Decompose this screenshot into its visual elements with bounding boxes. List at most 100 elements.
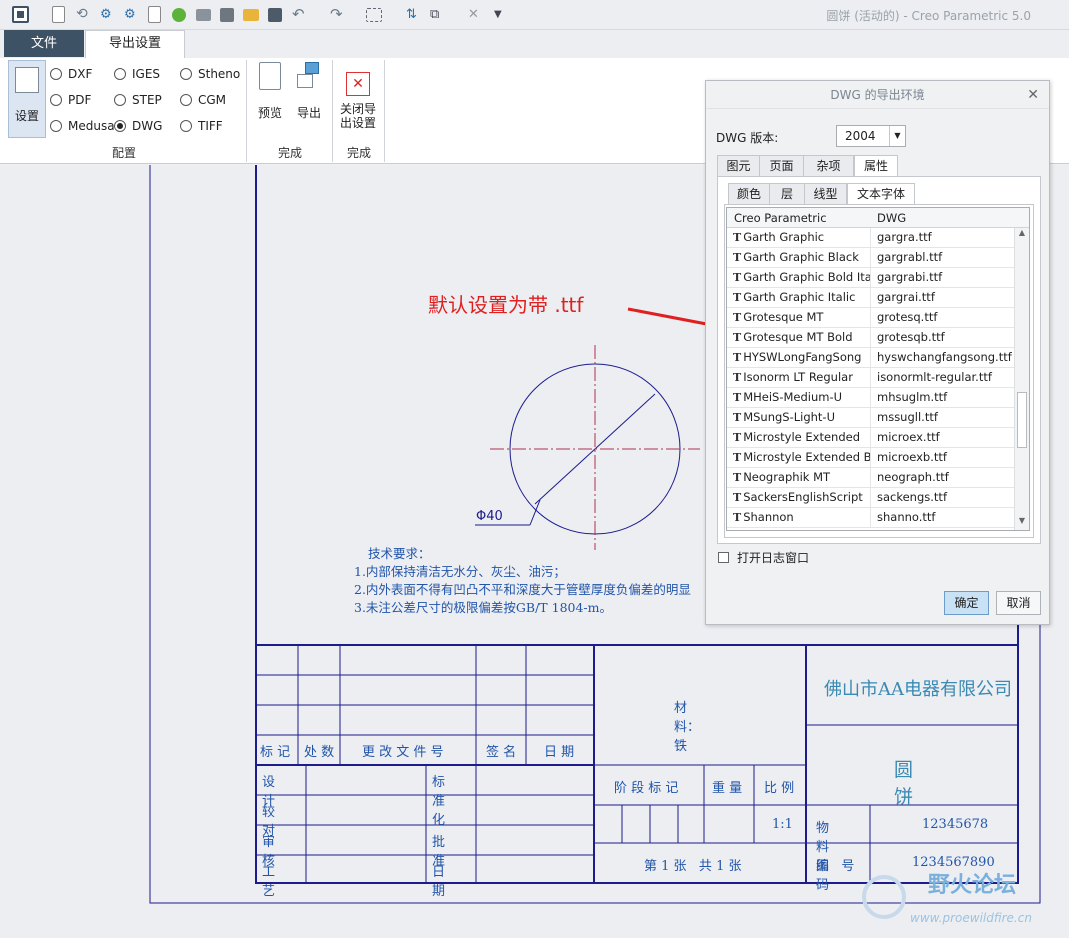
save-icon[interactable]	[268, 8, 282, 22]
properties-icon[interactable]	[148, 6, 161, 23]
preview-icon	[259, 62, 281, 90]
cancel-button[interactable]: 取消	[996, 591, 1041, 615]
open-folder-icon[interactable]	[243, 9, 259, 21]
repaint-icon[interactable]: ⇅	[406, 6, 423, 23]
font-mapping-table[interactable]: Creo Parametric DWG T Garth Graphic gargra…	[726, 207, 1030, 531]
dwg-font-name: mssugll.ttf	[877, 410, 938, 424]
creo-font-cell: T Garth Graphic Bold Ital	[727, 268, 871, 288]
table-row[interactable]: T Garth Graphic gargra.ttf	[727, 228, 1015, 248]
windows-icon[interactable]: ⚙	[124, 6, 141, 23]
truetype-icon: T	[733, 371, 742, 384]
format-tiff[interactable]: TIFF	[180, 119, 223, 133]
preview-button[interactable]: 预览	[252, 62, 288, 121]
zoom-icon[interactable]: ⧉	[430, 6, 447, 23]
dwg-font-cell[interactable]: microex.ttf	[873, 428, 1015, 447]
table-row[interactable]: T Garth Graphic Bold Ital gargrabi.ttf	[727, 268, 1015, 288]
format-step[interactable]: STEP	[114, 93, 162, 107]
dwg-font-cell[interactable]: mhsuglm.ttf	[873, 388, 1015, 407]
close-window-icon[interactable]: ✕	[468, 6, 485, 23]
table-row[interactable]: T Neographik MT neograph.ttf	[727, 468, 1015, 488]
creo-font-name: Grotesque MT	[743, 310, 824, 324]
format-pdf[interactable]: PDF	[50, 93, 91, 107]
log-checkbox[interactable]: 打开日志窗口	[718, 549, 809, 566]
subtab-linetype[interactable]: 线型	[804, 183, 847, 205]
dwg-font-cell[interactable]: mssugll.ttf	[873, 408, 1015, 427]
table-row[interactable]: T Microstyle Extended microex.ttf	[727, 428, 1015, 448]
dwg-font-cell[interactable]: microexb.ttf	[873, 448, 1015, 467]
version-label: DWG 版本:	[716, 131, 779, 145]
export-button[interactable]: 导出	[291, 62, 327, 121]
new-file-icon[interactable]	[52, 6, 65, 23]
creo-font-cell: T Garth Graphic	[727, 228, 871, 248]
scroll-up-icon[interactable]: ▲	[1015, 228, 1029, 242]
dwg-font-cell[interactable]: grotesqb.ttf	[873, 328, 1015, 347]
tab-misc[interactable]: 杂项	[803, 155, 854, 177]
tab-properties[interactable]: 属性	[854, 155, 898, 177]
dwg-font-cell[interactable]: gargrai.ttf	[873, 288, 1015, 307]
subtab-layer[interactable]: 层	[769, 183, 805, 205]
dwg-font-cell[interactable]: isonormlt-regular.ttf	[873, 368, 1015, 387]
dwg-font-name: grotesq.ttf	[877, 310, 938, 324]
creo-font-name: Garth Graphic	[743, 230, 825, 244]
tab-elements[interactable]: 图元	[717, 155, 760, 177]
globe-icon[interactable]	[172, 8, 186, 22]
scroll-down-icon[interactable]: ▼	[1015, 516, 1029, 530]
table-row[interactable]: T HYSWLongFangSong hyswchangfangsong.ttf	[727, 348, 1015, 368]
table-row[interactable]: T Shannon shanno.ttf	[727, 508, 1015, 528]
format-stheno[interactable]: Stheno	[180, 67, 240, 81]
creo-font-cell: T Isonorm LT Regular	[727, 368, 871, 388]
format-cgm[interactable]: CGM	[180, 93, 226, 107]
regenerate-icon[interactable]: ⟲	[76, 6, 93, 23]
table-row[interactable]: T Grotesque MT grotesq.ttf	[727, 308, 1015, 328]
table-row[interactable]: T SackersEnglishScript sackengs.ttf	[727, 488, 1015, 508]
undo-icon[interactable]: ↶	[292, 6, 309, 23]
format-medusa[interactable]: Medusa	[50, 119, 115, 133]
app-menu-icon[interactable]	[12, 6, 29, 23]
format-dxf[interactable]: DXF	[50, 67, 92, 81]
format-dwg[interactable]: DWG	[114, 119, 162, 133]
dwg-font-name: grotesqb.ttf	[877, 330, 945, 344]
creo-font-cell: T Shannon	[727, 508, 871, 528]
table-scrollbar[interactable]: ▲ ▼	[1014, 228, 1029, 530]
save-copy-icon[interactable]	[220, 8, 234, 22]
table-row[interactable]: T MSungS-Light-U mssugll.ttf	[727, 408, 1015, 428]
version-select[interactable]: 2004 ▼	[836, 125, 906, 147]
truetype-icon: T	[733, 331, 742, 344]
dwg-font-cell[interactable]: neograph.ttf	[873, 468, 1015, 487]
close-setup-button[interactable]: ✕ 关闭导 出设置	[336, 72, 380, 130]
customize-dropdown-icon[interactable]: ▼	[494, 6, 511, 23]
table-row[interactable]: T Microstyle Extended Bo microexb.ttf	[727, 448, 1015, 468]
ok-button[interactable]: 确定	[944, 591, 989, 615]
tab-file[interactable]: 文件	[4, 30, 84, 57]
scroll-thumb[interactable]	[1017, 392, 1027, 448]
export-icon	[297, 62, 321, 90]
dwg-font-cell[interactable]: shanno.ttf	[873, 508, 1015, 527]
format-iges[interactable]: IGES	[114, 67, 160, 81]
table-row[interactable]: T MHeiS-Medium-U mhsuglm.ttf	[727, 388, 1015, 408]
tab-page[interactable]: 页面	[759, 155, 804, 177]
tab-export-setup[interactable]: 导出设置	[85, 30, 185, 58]
dwg-font-cell[interactable]: sackengs.ttf	[873, 488, 1015, 507]
table-row[interactable]: T Garth Graphic Italic gargrai.ttf	[727, 288, 1015, 308]
redo-icon[interactable]: ↷	[330, 6, 347, 23]
creo-font-cell: T MSungS-Light-U	[727, 408, 871, 428]
model-tree-icon[interactable]: ⚙	[100, 6, 117, 23]
watermark-logo-icon	[862, 875, 906, 919]
chevron-down-icon: ▼	[889, 126, 905, 146]
dwg-font-name: gargra.ttf	[877, 230, 932, 244]
table-row[interactable]: T Isonorm LT Regular isonormlt-regular.ttf	[727, 368, 1015, 388]
dwg-font-cell[interactable]: gargrabi.ttf	[873, 268, 1015, 287]
subtab-color[interactable]: 颜色	[728, 183, 770, 205]
settings-button[interactable]: 设置	[8, 60, 46, 138]
table-row[interactable]: T Grotesque MT Bold grotesqb.ttf	[727, 328, 1015, 348]
table-row[interactable]: T Garth Graphic Black gargrabl.ttf	[727, 248, 1015, 268]
dwg-font-cell[interactable]: gargrabl.ttf	[873, 248, 1015, 267]
header-dwg: DWG	[877, 211, 907, 225]
close-icon[interactable]: ✕	[1027, 81, 1039, 109]
dwg-font-cell[interactable]: gargra.ttf	[873, 228, 1015, 247]
print-icon[interactable]	[196, 9, 211, 21]
subtab-text-font[interactable]: 文本字体	[847, 183, 915, 205]
select-box-icon[interactable]	[366, 8, 382, 22]
dwg-font-cell[interactable]: grotesq.ttf	[873, 308, 1015, 327]
dwg-font-cell[interactable]: hyswchangfangsong.ttf	[873, 348, 1015, 367]
